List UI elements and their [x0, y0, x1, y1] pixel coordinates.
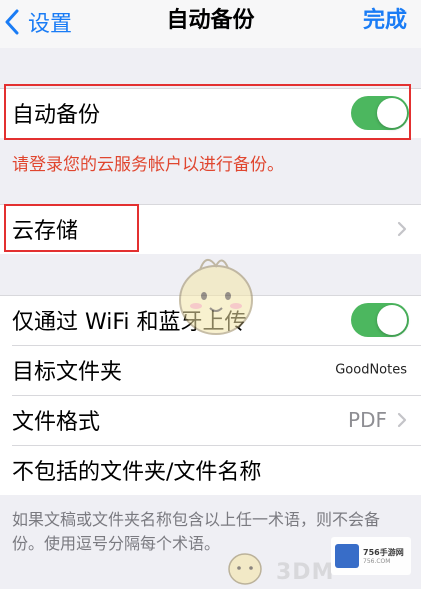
target-folder-value: GoodNotes — [335, 362, 407, 378]
toggle-knob — [377, 305, 407, 335]
chevron-right-icon — [397, 221, 407, 237]
wifi-bluetooth-toggle[interactable] — [351, 303, 409, 337]
auto-backup-toggle[interactable] — [351, 96, 409, 130]
auto-backup-row: 自动备份 — [0, 88, 421, 138]
cloud-storage-row[interactable]: 云存储 — [0, 204, 421, 254]
mascot-watermark-icon — [179, 259, 253, 335]
chevron-right-icon — [397, 412, 407, 428]
page-title: 自动备份 — [166, 8, 255, 33]
site-watermark-text: 3DM — [276, 560, 335, 585]
brand-logo-icon — [335, 544, 359, 568]
auto-backup-label: 自动备份 — [12, 103, 101, 128]
auto-backup-group: 自动备份 — [0, 88, 421, 138]
brand-sub: 756.COM — [363, 558, 391, 565]
file-format-label: 文件格式 — [12, 410, 101, 435]
excluded-names-label: 不包括的文件夹/文件名称 — [12, 460, 262, 485]
file-format-row[interactable]: 文件格式 PDF — [0, 395, 421, 445]
brand-text: 756手游网 — [363, 548, 404, 557]
done-button[interactable]: 完成 — [363, 5, 407, 37]
navigation-bar: 设置 自动备份 完成 — [0, 0, 421, 48]
toggle-knob — [377, 98, 407, 128]
file-format-value: PDF — [348, 408, 387, 432]
cloud-storage-group: 云存储 — [0, 204, 421, 254]
target-folder-label: 目标文件夹 — [12, 360, 123, 385]
brand-watermark: 756手游网 756.COM — [331, 537, 411, 575]
excluded-names-row[interactable]: 不包括的文件夹/文件名称 — [0, 445, 421, 495]
login-error-message: 请登录您的云服务帐户以进行备份。 — [12, 155, 284, 175]
target-folder-row[interactable]: 目标文件夹 GoodNotes — [0, 345, 421, 395]
mascot-small-watermark-icon — [228, 553, 262, 585]
cloud-storage-label: 云存储 — [12, 219, 79, 244]
